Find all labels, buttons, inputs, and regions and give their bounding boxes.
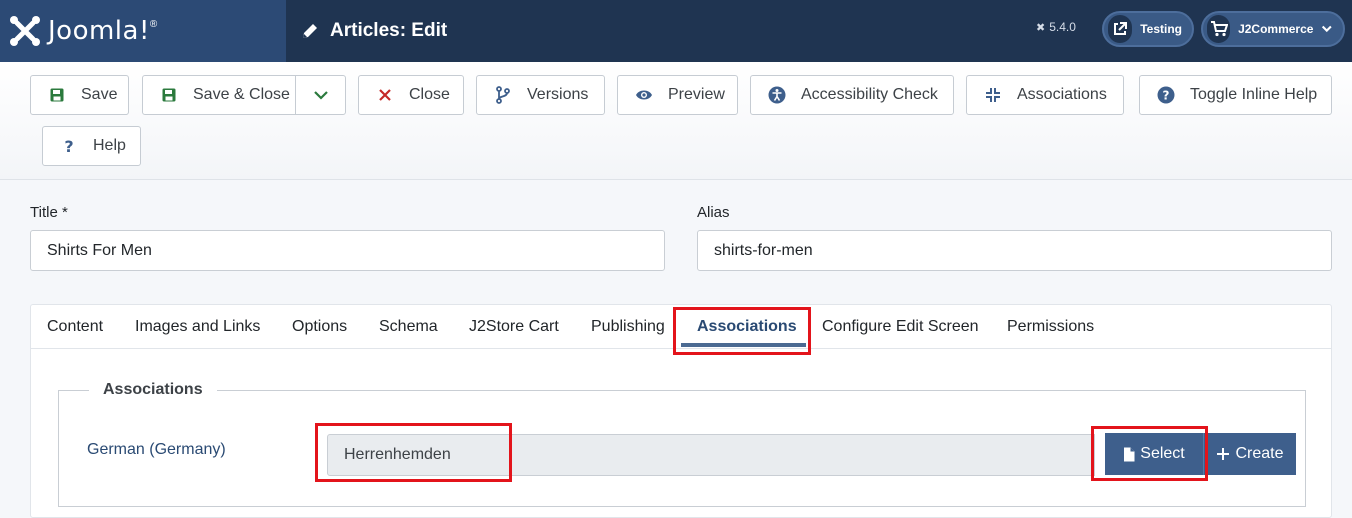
- tab-images-links[interactable]: Images and Links: [135, 318, 260, 336]
- preview-label: Preview: [668, 86, 725, 103]
- eye-icon: [634, 85, 654, 105]
- tab-permissions[interactable]: Permissions: [1007, 318, 1094, 336]
- compress-icon: [983, 85, 1003, 105]
- associations-toolbar-button[interactable]: Associations: [966, 75, 1124, 115]
- associated-item-field[interactable]: Herrenhemden: [327, 434, 1095, 476]
- select-button[interactable]: Select: [1105, 433, 1203, 475]
- cart-icon: [1207, 15, 1231, 43]
- site-link-button[interactable]: Testing: [1102, 11, 1194, 47]
- question-icon: ?: [59, 136, 79, 156]
- preview-button[interactable]: Preview: [617, 75, 738, 115]
- chevron-down-icon: [313, 91, 328, 100]
- page-title-text: Articles: Edit: [330, 20, 448, 41]
- x-icon: [375, 85, 395, 105]
- title-input[interactable]: Shirts For Men: [30, 230, 665, 271]
- versions-button[interactable]: Versions: [476, 75, 605, 115]
- create-label: Create: [1235, 445, 1284, 462]
- joomla-logo[interactable]: Joomla! ®: [0, 0, 286, 62]
- version-text: 5.4.0: [1049, 20, 1076, 34]
- joomla-logo-icon: [10, 16, 40, 46]
- external-link-icon: [1108, 15, 1133, 43]
- help-label: Help: [93, 137, 126, 154]
- question-circle-icon: ?: [1156, 85, 1176, 105]
- tab-options[interactable]: Options: [292, 318, 347, 336]
- alias-input[interactable]: shirts-for-men: [697, 230, 1332, 271]
- versions-label: Versions: [527, 86, 589, 103]
- create-button[interactable]: Create: [1203, 433, 1296, 475]
- save-close-button[interactable]: Save & Close: [142, 75, 346, 115]
- language-label: German (Germany): [87, 441, 226, 458]
- toggle-inline-help-button[interactable]: ? Toggle Inline Help: [1139, 75, 1332, 115]
- alias-label: Alias: [697, 204, 730, 221]
- file-icon: [1124, 447, 1135, 461]
- save-button[interactable]: Save: [30, 75, 129, 115]
- logo-registered-mark: ®: [149, 18, 158, 30]
- save-label: Save: [81, 86, 118, 103]
- select-label: Select: [1140, 445, 1185, 462]
- chevron-down-icon: [1322, 25, 1333, 33]
- title-label: Title *: [30, 204, 68, 221]
- joomla-small-icon: ✖: [1036, 21, 1046, 34]
- svg-text:?: ?: [1163, 89, 1170, 103]
- tab-associations[interactable]: Associations: [697, 318, 797, 336]
- site-link-label: Testing: [1140, 22, 1182, 36]
- branch-icon: [493, 85, 513, 105]
- tab-j2store-cart[interactable]: J2Store Cart: [469, 318, 559, 336]
- plus-icon: [1217, 448, 1230, 460]
- save-close-label: Save & Close: [193, 86, 290, 103]
- tab-schema[interactable]: Schema: [379, 318, 438, 336]
- tab-bar: Content Images and Links Options Schema …: [31, 305, 1331, 349]
- j2commerce-menu-button[interactable]: J2Commerce: [1201, 11, 1345, 47]
- close-label: Close: [409, 86, 450, 103]
- close-button[interactable]: Close: [358, 75, 464, 115]
- associations-legend: Associations: [89, 381, 217, 399]
- tab-content[interactable]: Content: [47, 318, 103, 336]
- universal-access-icon: [767, 85, 787, 105]
- page-title: Articles: Edit: [300, 0, 447, 62]
- pencil-icon: [303, 24, 317, 38]
- admin-header: Joomla! ® Articles: Edit ✖ 5.4.0 Testing…: [0, 0, 1352, 62]
- help-button[interactable]: ? Help: [42, 126, 141, 166]
- tabs-panel: Content Images and Links Options Schema …: [30, 304, 1332, 518]
- associations-toolbar-label: Associations: [1017, 86, 1107, 103]
- toolbar: Save Save & Close Close Versions Preview…: [0, 62, 1352, 180]
- save-dropdown-toggle[interactable]: [295, 76, 345, 114]
- toggle-help-label: Toggle Inline Help: [1190, 86, 1318, 103]
- tab-publishing[interactable]: Publishing: [591, 318, 665, 336]
- floppy-icon: [159, 85, 179, 105]
- version-info: ✖ 5.4.0: [1036, 20, 1076, 34]
- logo-text: Joomla!: [48, 16, 150, 46]
- j2commerce-label: J2Commerce: [1238, 22, 1314, 36]
- accessibility-check-button[interactable]: Accessibility Check: [750, 75, 954, 115]
- active-tab-indicator: [681, 343, 806, 347]
- svg-text:?: ?: [64, 138, 73, 154]
- tab-configure-edit-screen[interactable]: Configure Edit Screen: [822, 318, 979, 336]
- accessibility-label: Accessibility Check: [801, 86, 938, 103]
- floppy-icon: [47, 85, 67, 105]
